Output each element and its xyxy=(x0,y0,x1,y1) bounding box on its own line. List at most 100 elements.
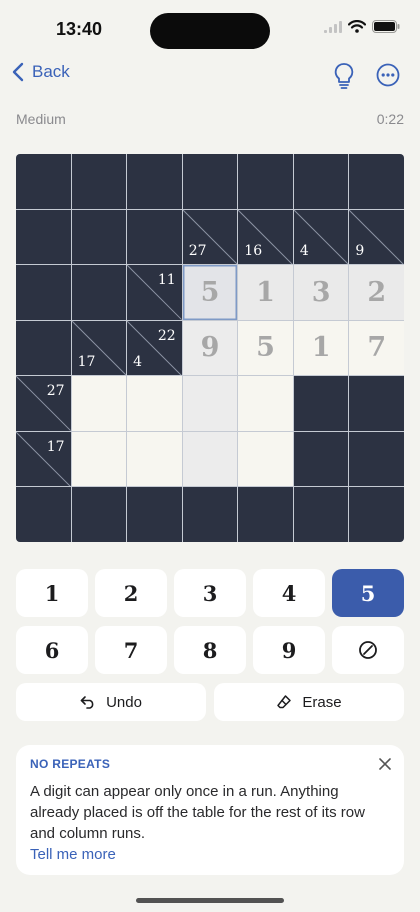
entry-cell[interactable]: 2 xyxy=(349,265,404,320)
back-button[interactable]: Back xyxy=(12,62,70,82)
clue-cell: 4 22 xyxy=(127,320,182,376)
clue-across-sum: 27 xyxy=(46,383,65,400)
clue-cell: 4 xyxy=(293,209,349,265)
digit-key-6[interactable]: 6 xyxy=(16,626,88,674)
eraser-icon xyxy=(277,695,292,709)
digit-key-8[interactable]: 8 xyxy=(174,626,246,674)
ellipsis-circle-icon[interactable] xyxy=(376,63,400,87)
blocked-cell xyxy=(238,487,293,542)
blocked-cell xyxy=(349,154,404,209)
wifi-icon xyxy=(348,20,366,33)
game-timer: 0:22 xyxy=(376,111,404,127)
back-label: Back xyxy=(32,62,70,81)
entry-cell[interactable]: 7 xyxy=(349,320,404,376)
dynamic-island xyxy=(150,13,270,49)
erase-button[interactable]: Erase xyxy=(214,683,404,721)
clue-cell: 16 xyxy=(238,209,293,265)
clue-down-sum: 27 xyxy=(188,243,207,260)
clue-down-sum: 4 xyxy=(299,243,309,260)
clue-cell: 11 xyxy=(127,265,182,320)
undo-icon xyxy=(80,696,94,709)
blocked-cell xyxy=(238,154,293,209)
cell-digit: 2 xyxy=(367,276,387,308)
clue-down-sum: 16 xyxy=(244,243,263,260)
blocked-cell xyxy=(293,376,349,431)
erase-label: Erase xyxy=(302,693,342,711)
cell-digit: 5 xyxy=(200,276,220,308)
blocked-cell xyxy=(349,431,404,487)
entry-cell[interactable] xyxy=(182,376,238,431)
clue-across-sum: 11 xyxy=(157,272,176,289)
digit-key-9[interactable]: 9 xyxy=(253,626,325,674)
blocked-cell xyxy=(16,154,71,209)
tell-me-more-link[interactable]: Tell me more xyxy=(30,846,116,863)
entry-cell[interactable] xyxy=(71,431,127,487)
entry-cell[interactable] xyxy=(127,431,182,487)
status-icons xyxy=(324,20,400,33)
digit-key-7[interactable]: 7 xyxy=(95,626,167,674)
clue-down-sum: 4 xyxy=(133,354,143,371)
cell-digit: 1 xyxy=(311,332,331,364)
clue-cell: 17 xyxy=(71,320,127,376)
kakuro-board: 27 16 4 9 11 5 1 3 2 17 4 22 9 5 1 7 27 17 xyxy=(16,154,404,542)
cell-digit: 1 xyxy=(256,276,275,308)
entry-cell[interactable]: 5 xyxy=(238,320,293,376)
clue-across-sum: 17 xyxy=(46,438,65,455)
cell-digit: 5 xyxy=(256,332,275,364)
digit-key-1[interactable]: 1 xyxy=(16,569,88,617)
difficulty-label: Medium xyxy=(16,111,66,127)
nav-bar: Back xyxy=(0,58,420,94)
entry-cell[interactable] xyxy=(238,376,293,431)
status-time: 13:40 xyxy=(56,19,103,39)
digit-key-4[interactable]: 4 xyxy=(253,569,325,617)
blocked-cell xyxy=(71,154,127,209)
blocked-cell xyxy=(16,320,71,376)
clue-down-sum: 9 xyxy=(355,243,365,260)
undo-button[interactable]: Undo xyxy=(16,683,206,721)
cell-digit: 9 xyxy=(200,332,220,364)
chevron-left-icon xyxy=(12,62,24,82)
blocked-cell xyxy=(16,265,71,320)
blocked-cell xyxy=(293,487,349,542)
blocked-cell xyxy=(349,376,404,431)
tip-body: A digit can appear only once in a run. A… xyxy=(30,783,365,842)
digit-key-2[interactable]: 2 xyxy=(95,569,167,617)
entry-cell[interactable] xyxy=(71,376,127,431)
status-bar: 13:40 xyxy=(0,0,420,60)
blocked-cell xyxy=(127,209,182,265)
blocked-cell xyxy=(16,209,71,265)
lightbulb-icon[interactable] xyxy=(331,61,357,91)
tip-card: NO REPEATS A digit can appear only once … xyxy=(16,745,404,875)
entry-cell[interactable] xyxy=(127,376,182,431)
clue-across-sum: 22 xyxy=(157,327,176,344)
selected-entry-cell[interactable]: 5 xyxy=(182,265,238,320)
home-indicator xyxy=(136,898,284,903)
cell-digit: 7 xyxy=(367,332,387,364)
clue-cell: 27 xyxy=(16,376,71,431)
digit-key-5[interactable]: 5 xyxy=(332,569,404,617)
blocked-cell xyxy=(71,265,127,320)
clue-down-sum: 17 xyxy=(77,354,96,371)
clue-cell: 9 xyxy=(349,209,404,265)
blocked-cell xyxy=(182,154,238,209)
entry-cell[interactable]: 1 xyxy=(238,265,293,320)
blocked-cell xyxy=(127,154,182,209)
tip-title: NO REPEATS xyxy=(30,757,111,771)
entry-cell[interactable] xyxy=(182,431,238,487)
clue-cell: 27 xyxy=(182,209,238,265)
blocked-cell xyxy=(349,487,404,542)
blocked-cell xyxy=(71,487,127,542)
cell-digit: 3 xyxy=(311,276,331,308)
undo-label: Undo xyxy=(106,693,142,711)
signal-icon xyxy=(324,20,342,33)
entry-cell[interactable]: 1 xyxy=(293,320,349,376)
blocked-cell xyxy=(71,209,127,265)
entry-cell[interactable]: 3 xyxy=(293,265,349,320)
blocked-cell xyxy=(16,487,71,542)
blocked-cell xyxy=(293,154,349,209)
clear-cell-button[interactable] xyxy=(332,626,404,674)
entry-cell[interactable]: 9 xyxy=(182,320,238,376)
entry-cell[interactable] xyxy=(238,431,293,487)
digit-key-3[interactable]: 3 xyxy=(174,569,246,617)
close-icon[interactable] xyxy=(378,757,392,771)
